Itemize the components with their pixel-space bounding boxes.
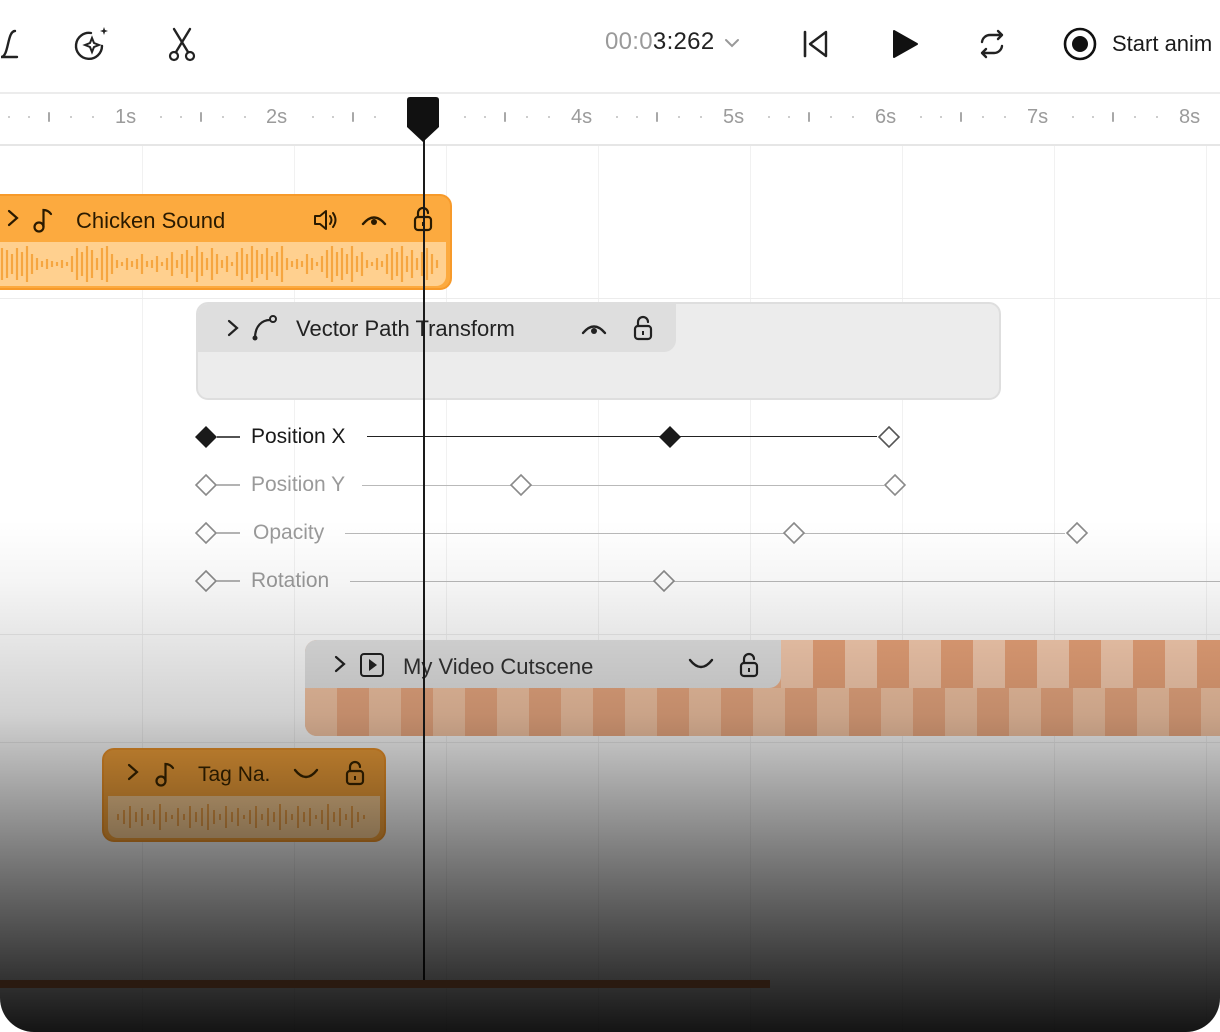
video-thumbnails bbox=[781, 640, 1220, 688]
property-label: Position Y bbox=[251, 473, 346, 496]
playhead-line[interactable] bbox=[423, 116, 425, 982]
chevron-down-icon bbox=[724, 28, 740, 56]
audio-clip-tag[interactable]: Tag Na. bbox=[102, 748, 386, 842]
ruler-label-2s: 2s bbox=[266, 106, 288, 128]
keyframe-diamond[interactable] bbox=[782, 521, 806, 550]
eye-closed-icon[interactable] bbox=[687, 656, 715, 679]
expand-chevron-icon[interactable] bbox=[6, 208, 20, 233]
toolbar: 00:03:262 Start anim bbox=[0, 0, 1220, 94]
eye-closed-icon[interactable] bbox=[292, 766, 320, 789]
keyframe-toggle-opacity[interactable] bbox=[194, 520, 242, 551]
time-ruler[interactable]: 1s 2s 4s 5s 6s 7s 8s bbox=[0, 94, 1220, 146]
keyframe-toggle-rotation[interactable] bbox=[194, 568, 242, 599]
loop-icon[interactable] bbox=[972, 24, 1012, 64]
ruler-label-8s: 8s bbox=[1179, 106, 1201, 128]
ruler-label-4s: 4s bbox=[571, 106, 593, 128]
scissors-icon[interactable] bbox=[162, 24, 202, 64]
scroll-track bbox=[0, 980, 770, 988]
timeline-editor: 00:03:262 Start anim 1s 2s 4s 5s 6s 7s 8… bbox=[0, 0, 1220, 1032]
expand-chevron-icon[interactable] bbox=[126, 762, 140, 787]
keyframe-diamond[interactable] bbox=[883, 473, 907, 502]
keyframe-diamond[interactable] bbox=[658, 425, 682, 454]
property-label: Rotation bbox=[251, 569, 330, 592]
curve-icon[interactable] bbox=[0, 24, 32, 64]
property-label: Position X bbox=[251, 425, 346, 448]
keyframe-diamond[interactable] bbox=[509, 473, 533, 502]
clip-title: Vector Path Transform bbox=[296, 316, 515, 341]
ruler-label-6s: 6s bbox=[875, 106, 897, 128]
record-icon bbox=[1063, 27, 1097, 61]
playhead-handle[interactable] bbox=[406, 97, 440, 148]
ruler-label-7s: 7s bbox=[1027, 106, 1049, 128]
keyframe-diamond[interactable] bbox=[877, 425, 901, 454]
music-note-icon bbox=[32, 206, 54, 239]
keyframe-diamond[interactable] bbox=[1065, 521, 1089, 550]
keyframe-toggle-position-x[interactable] bbox=[194, 424, 242, 455]
video-thumbnails bbox=[305, 688, 1220, 736]
lock-open-icon[interactable] bbox=[738, 651, 760, 684]
audio-waveform bbox=[108, 796, 380, 838]
play-icon[interactable] bbox=[884, 24, 924, 64]
clip-title: Chicken Sound bbox=[76, 208, 226, 233]
magic-icon[interactable] bbox=[72, 24, 112, 64]
audio-clip-chicken-sound[interactable]: Chicken Sound bbox=[0, 194, 452, 290]
start-animation-label: Start anim bbox=[1112, 31, 1213, 56]
keyframe-toggle-position-y[interactable] bbox=[194, 472, 242, 503]
video-clip-my-video-cutscene[interactable]: My Video Cutscene bbox=[305, 640, 1220, 736]
clip-title: Tag Na. bbox=[198, 763, 271, 786]
keyframe-diamond[interactable] bbox=[652, 569, 676, 598]
eye-icon[interactable] bbox=[580, 318, 608, 343]
vector-path-clip[interactable]: Vector Path Transform bbox=[196, 302, 1001, 400]
eye-icon[interactable] bbox=[360, 209, 388, 234]
expand-chevron-icon[interactable] bbox=[333, 654, 347, 679]
timecode-value: 3:262 bbox=[652, 28, 715, 55]
ruler-label-1s: 1s bbox=[115, 106, 137, 128]
lock-open-icon[interactable] bbox=[632, 314, 654, 347]
start-animation-button[interactable]: Start anim bbox=[1062, 24, 1212, 64]
video-play-icon bbox=[359, 652, 385, 683]
skip-back-icon[interactable] bbox=[795, 24, 835, 64]
bezier-path-icon bbox=[250, 314, 278, 347]
timecode-display[interactable]: 00:03:262 bbox=[605, 28, 740, 56]
expand-chevron-icon[interactable] bbox=[226, 318, 240, 343]
audio-waveform bbox=[0, 242, 446, 286]
ruler-label-5s: 5s bbox=[723, 106, 745, 128]
lock-open-icon[interactable] bbox=[344, 759, 366, 792]
timecode-dim: 00:0 bbox=[605, 28, 653, 55]
clip-title: My Video Cutscene bbox=[403, 654, 594, 679]
music-note-icon bbox=[154, 760, 176, 793]
speaker-icon[interactable] bbox=[312, 207, 340, 238]
property-label: Opacity bbox=[253, 521, 325, 544]
